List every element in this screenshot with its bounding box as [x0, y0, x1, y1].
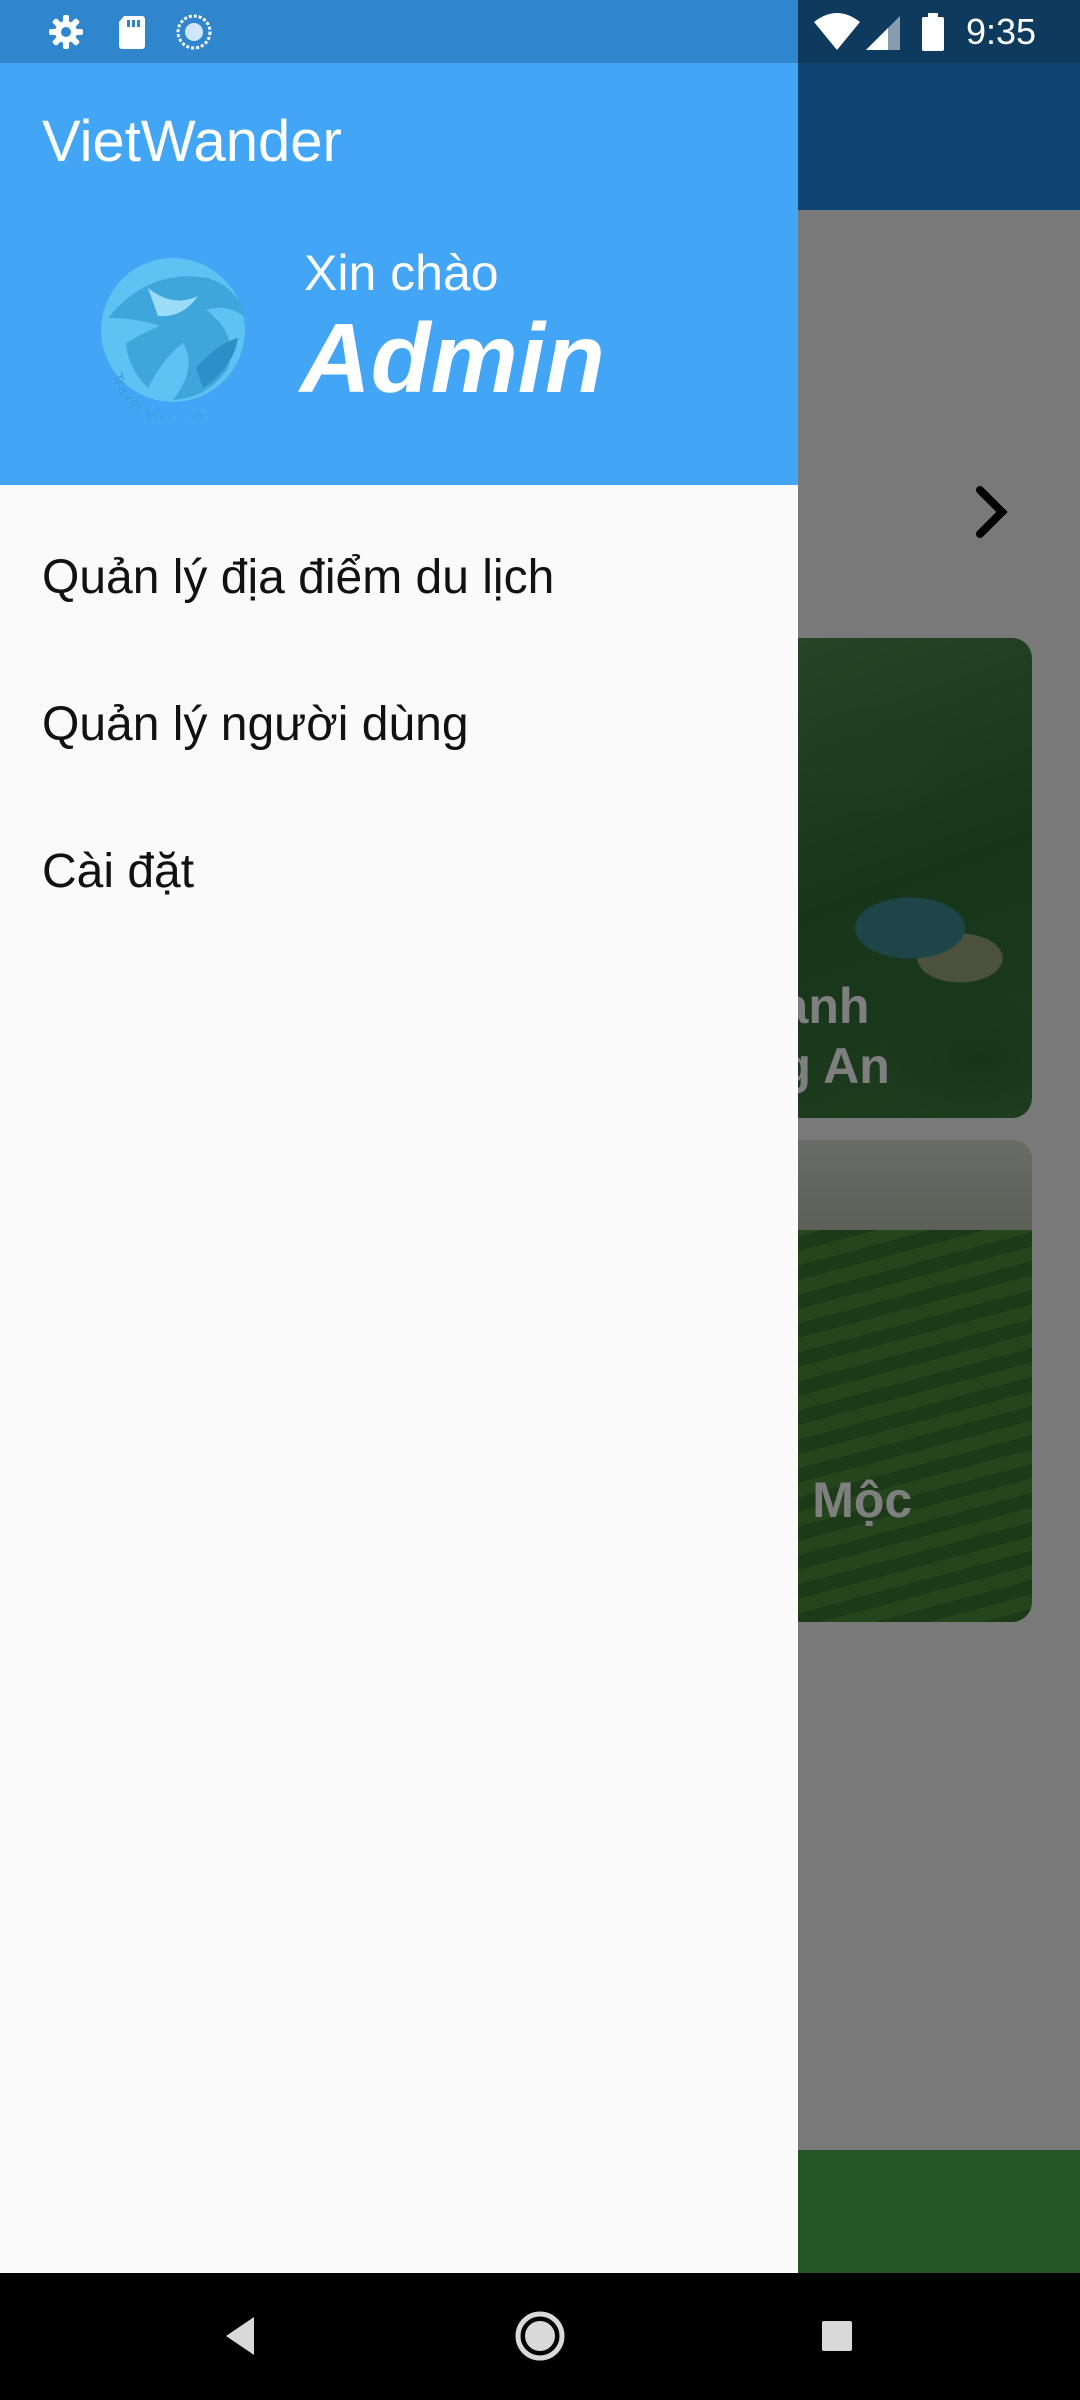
battery-icon [922, 13, 944, 51]
gear-icon [49, 15, 83, 49]
status-time: 9:35 [966, 11, 1037, 52]
recents-icon[interactable] [804, 2303, 870, 2369]
menu-item-label: Quản lý người dùng [42, 698, 469, 751]
system-nav-bar [0, 2273, 1080, 2400]
status-bar: 9:35 [0, 0, 1080, 63]
greeting-text: Xin chào [304, 245, 499, 301]
user-name: Admin [300, 303, 605, 413]
drawer-header: VietWander Travel Vietnam Xin chào Admin [0, 63, 798, 485]
menu-item-label: Quản lý địa điểm du lịch [42, 551, 555, 604]
sd-card-icon [119, 16, 145, 49]
home-icon[interactable] [507, 2303, 573, 2369]
menu-item-label: Cài đặt [42, 845, 195, 898]
wifi-icon [814, 13, 860, 50]
menu-item-manage-users[interactable]: Quản lý người dùng [0, 655, 798, 795]
menu-item-manage-places[interactable]: Quản lý địa điểm du lịch [0, 508, 798, 648]
app-title: VietWander [42, 109, 342, 174]
menu-item-settings[interactable]: Cài đặt [0, 802, 798, 942]
loading-icon [176, 14, 212, 50]
screen: danh ng An ên Mộc [0, 0, 1080, 2400]
back-icon[interactable] [208, 2303, 274, 2369]
signal-icon [866, 16, 900, 50]
travel-vietnam-logo: Travel Vietnam [101, 258, 246, 418]
navigation-drawer: VietWander Travel Vietnam Xin chào Admin… [0, 63, 798, 2273]
